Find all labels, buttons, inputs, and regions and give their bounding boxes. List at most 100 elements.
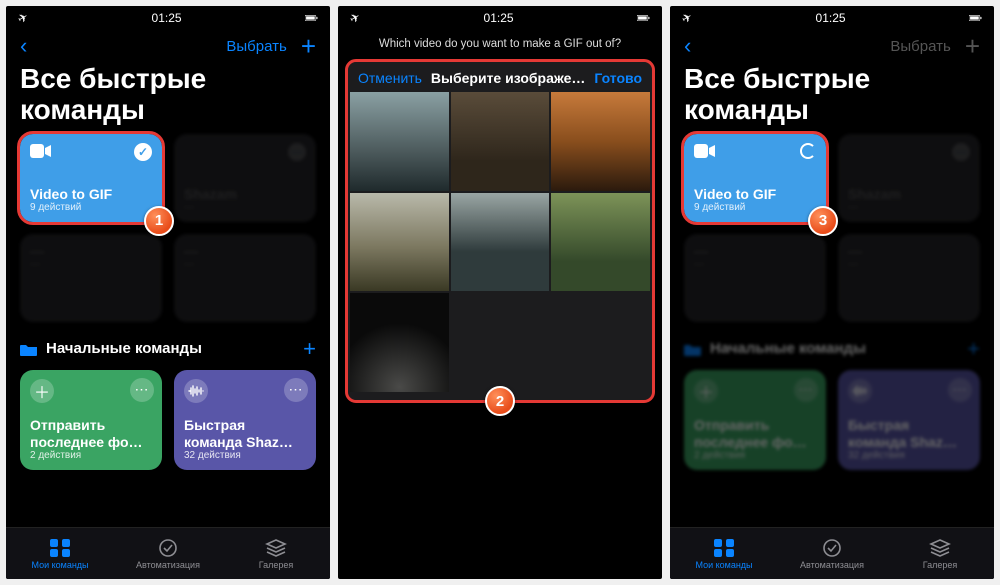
section-label: Начальные команды — [46, 340, 202, 357]
tab-gallery[interactable]: Галерея — [886, 528, 994, 579]
shortcut-title: Video to GIF — [30, 186, 152, 202]
shortcut-video-to-gif[interactable]: ✓ Video to GIF 9 действий 1 — [20, 134, 162, 222]
tab-label: Галерея — [259, 560, 294, 570]
shortcut-blurred: —— — [174, 234, 316, 322]
status-bar: ✈ 01:25 — [670, 6, 994, 30]
page-title: Все быстрые команды — [670, 62, 994, 134]
tab-bar: Мои команды Автоматизация Галерея — [6, 527, 330, 579]
add-button[interactable]: + — [301, 31, 316, 62]
stack-icon — [265, 538, 287, 558]
waveform-icon — [848, 379, 872, 403]
more-icon[interactable]: ⋯ — [130, 378, 154, 402]
folder-icon — [20, 342, 38, 356]
picker-cancel-button[interactable]: Отменить — [358, 70, 422, 86]
back-icon[interactable]: ‹ — [20, 33, 27, 59]
airplane-icon: ✈ — [15, 9, 31, 26]
picker-title: Выберите изображе… — [422, 70, 594, 86]
starter-sub: 2 действия — [694, 450, 816, 461]
starter-sub: 2 действия — [30, 450, 152, 461]
tab-label: Автоматизация — [136, 560, 200, 570]
step-badge-2: 2 — [485, 386, 515, 416]
phone-center: ✈ 01:25 Which video do you want to make … — [338, 6, 662, 579]
clock-check-icon — [157, 538, 179, 558]
starter-title: Быстрая команда Shaz… — [848, 417, 970, 449]
starter-section-header: Начальные команды + — [6, 322, 330, 370]
video-icon — [694, 143, 716, 159]
tab-label: Галерея — [923, 560, 958, 570]
phone-left: ✈ 01:25 ‹ Выбрать + Все быстрые команды … — [6, 6, 330, 579]
stack-icon — [929, 538, 951, 558]
section-label: Начальные команды — [710, 340, 866, 357]
status-time: 01:25 — [152, 11, 182, 25]
photo-thumb[interactable] — [350, 193, 449, 292]
starter-shazam: ⋯ Быстрая команда Shaz… 32 действия — [838, 370, 980, 470]
photo-thumb[interactable] — [551, 193, 650, 292]
add-button-disabled: + — [965, 31, 980, 62]
more-icon[interactable]: ⋯ — [284, 378, 308, 402]
battery-icon — [305, 13, 318, 23]
tab-automation[interactable]: Автоматизация — [114, 528, 222, 579]
tab-my-commands[interactable]: Мои команды — [6, 528, 114, 579]
starter-title: Отправить последнее фо… — [30, 417, 152, 449]
nav-header: ‹ Выбрать + — [670, 30, 994, 62]
plus-circle-icon: ＋ — [694, 379, 718, 403]
photo-grid — [348, 92, 652, 392]
shortcut-blurred: ⋯ Shazam— — [174, 134, 316, 222]
status-time: 01:25 — [816, 11, 846, 25]
shortcut-blurred: —— — [838, 234, 980, 322]
photo-picker-panel: Отменить Выберите изображе… Готово 2 — [348, 62, 652, 400]
select-button[interactable]: Выбрать — [226, 38, 286, 55]
shortcut-sub: 9 действий — [694, 202, 816, 213]
photo-thumb[interactable] — [551, 92, 650, 191]
more-icon: ⋯ — [794, 378, 818, 402]
folder-icon — [684, 342, 702, 356]
grid-icon — [49, 538, 71, 558]
battery-icon — [969, 13, 982, 23]
starter-title: Быстрая команда Shaz… — [184, 417, 306, 449]
status-bar: ✈ 01:25 — [6, 6, 330, 30]
plus-circle-icon: ＋ — [30, 379, 54, 403]
picker-question: Which video do you want to make a GIF ou… — [338, 30, 662, 58]
select-button-disabled: Выбрать — [890, 38, 950, 55]
airplane-icon: ✈ — [347, 9, 363, 26]
video-icon — [30, 143, 52, 159]
waveform-icon — [184, 379, 208, 403]
photo-thumb[interactable] — [451, 193, 550, 292]
tab-automation[interactable]: Автоматизация — [778, 528, 886, 579]
back-icon[interactable]: ‹ — [684, 33, 691, 59]
starter-title: Отправить последнее фо… — [694, 417, 816, 449]
photo-thumb[interactable] — [451, 92, 550, 191]
photo-thumb[interactable] — [350, 293, 449, 392]
section-add-button: + — [967, 336, 980, 362]
tab-my-commands[interactable]: Мои команды — [670, 528, 778, 579]
tab-label: Автоматизация — [800, 560, 864, 570]
step-badge-1: 1 — [144, 206, 174, 236]
starter-section-header: Начальные команды + — [670, 322, 994, 370]
tab-label: Мои команды — [695, 560, 752, 570]
shortcut-blurred: —— — [20, 234, 162, 322]
starter-sub: 32 действия — [184, 450, 306, 461]
starter-send-photo[interactable]: ＋ ⋯ Отправить последнее фо… 2 действия — [20, 370, 162, 470]
tab-bar: Мои команды Автоматизация Галерея — [670, 527, 994, 579]
shortcut-video-to-gif-running[interactable]: Video to GIF 9 действий 3 — [684, 134, 826, 222]
battery-icon — [637, 13, 650, 23]
airplane-icon: ✈ — [679, 9, 695, 26]
step-badge-3: 3 — [808, 206, 838, 236]
starter-sub: 32 действия — [848, 450, 970, 461]
spinner-icon — [800, 143, 816, 159]
more-icon: ⋯ — [948, 378, 972, 402]
section-add-button[interactable]: + — [303, 336, 316, 362]
status-bar: ✈ 01:25 — [338, 6, 662, 30]
phone-right: ✈ 01:25 ‹ Выбрать + Все быстрые команды … — [670, 6, 994, 579]
starter-shazam[interactable]: ⋯ Быстрая команда Shaz… 32 действия — [174, 370, 316, 470]
grid-icon — [713, 538, 735, 558]
tab-gallery[interactable]: Галерея — [222, 528, 330, 579]
photo-thumb[interactable] — [350, 92, 449, 191]
shortcut-blurred: —— — [684, 234, 826, 322]
nav-header: ‹ Выбрать + — [6, 30, 330, 62]
shortcut-blurred: ⋯ Shazam— — [838, 134, 980, 222]
picker-done-button[interactable]: Готово — [594, 70, 642, 86]
clock-check-icon — [821, 538, 843, 558]
check-icon: ✓ — [134, 143, 152, 161]
page-title: Все быстрые команды — [6, 62, 330, 134]
